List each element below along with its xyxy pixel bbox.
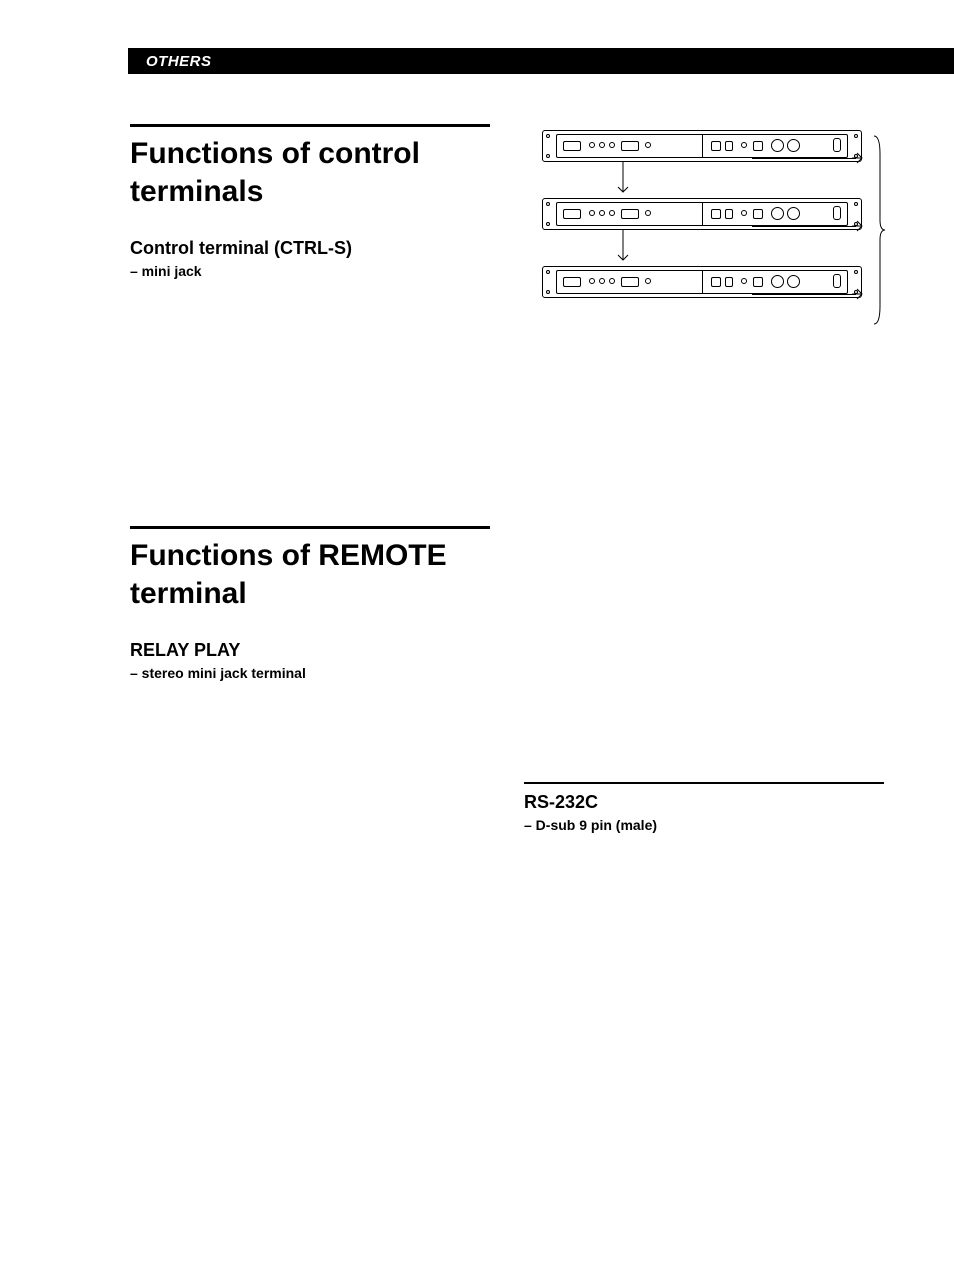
power-port-icon [833,274,841,288]
port-icon [753,277,763,287]
screw-icon [546,154,550,158]
rack-inner [556,270,848,294]
port-icon [741,210,747,216]
port-icon [645,210,651,216]
power-port-icon [833,206,841,220]
section-title-line1: Functions of control [130,137,420,170]
port-icon [771,139,784,152]
section-header-bar: OTHERS [128,48,954,74]
port-icon [589,142,595,148]
port-icon [609,142,615,148]
screw-icon [546,270,550,274]
port-icon [753,209,763,219]
panel-divider [702,203,703,225]
subsection-rule [524,782,884,784]
port-icon [725,277,733,287]
port-icon [599,142,605,148]
section-functions-control: Functions of control terminals Control t… [130,124,490,279]
port-icon [787,139,800,152]
port-icon [599,278,605,284]
port-icon [645,142,651,148]
arrow-down-icon [616,162,630,198]
section-title: Functions of REMOTE terminal [130,537,490,612]
panel-divider [702,271,703,293]
port-icon [589,278,595,284]
arrow-right-icon [852,220,864,232]
port-icon [787,207,800,220]
port-icon [741,142,747,148]
screw-icon [546,222,550,226]
port-icon [711,209,721,219]
screw-icon [854,270,858,274]
subsection-title: Control terminal (CTRL-S) [130,238,490,259]
signal-line [752,294,856,295]
port-icon [645,278,651,284]
screw-icon [546,202,550,206]
section-rule [130,124,490,127]
subsection-title: RS-232C [524,792,884,813]
arrow-down-icon [616,230,630,266]
port-icon [563,209,581,219]
section-rs232c: RS-232C – D-sub 9 pin (male) [524,782,884,833]
port-icon [589,210,595,216]
port-icon [609,210,615,216]
port-icon [787,275,800,288]
section-functions-remote: Functions of REMOTE terminal RELAY PLAY … [130,526,490,681]
port-icon [621,141,639,151]
port-icon [741,278,747,284]
section-rule [130,526,490,529]
port-icon [621,209,639,219]
section-title-line2: terminals [130,175,263,208]
panel-divider [702,135,703,157]
port-icon [563,277,581,287]
signal-line [752,226,856,227]
subsection-desc: – stereo mini jack terminal [130,665,490,681]
bracket-icon [872,134,886,326]
port-icon [711,141,721,151]
rack-inner [556,202,848,226]
section-title-line1: Functions of REMOTE [130,539,447,572]
port-icon [621,277,639,287]
rack-inner [556,134,848,158]
port-icon [609,278,615,284]
section-title-line2: terminal [130,577,247,610]
screw-icon [854,134,858,138]
subsection-desc: – D-sub 9 pin (male) [524,817,884,833]
port-icon [725,141,733,151]
port-icon [563,141,581,151]
port-icon [711,277,721,287]
signal-line [752,158,856,159]
connection-diagram [524,126,880,334]
screw-icon [546,290,550,294]
power-port-icon [833,138,841,152]
section-title: Functions of control terminals [130,135,490,210]
screw-icon [854,202,858,206]
arrow-right-icon [852,152,864,164]
port-icon [599,210,605,216]
port-icon [725,209,733,219]
arrow-right-icon [852,288,864,300]
subsection-title: RELAY PLAY [130,640,490,661]
section-header-label: OTHERS [146,53,212,70]
port-icon [771,275,784,288]
screw-icon [546,134,550,138]
subsection-desc: – mini jack [130,263,490,279]
port-icon [753,141,763,151]
port-icon [771,207,784,220]
